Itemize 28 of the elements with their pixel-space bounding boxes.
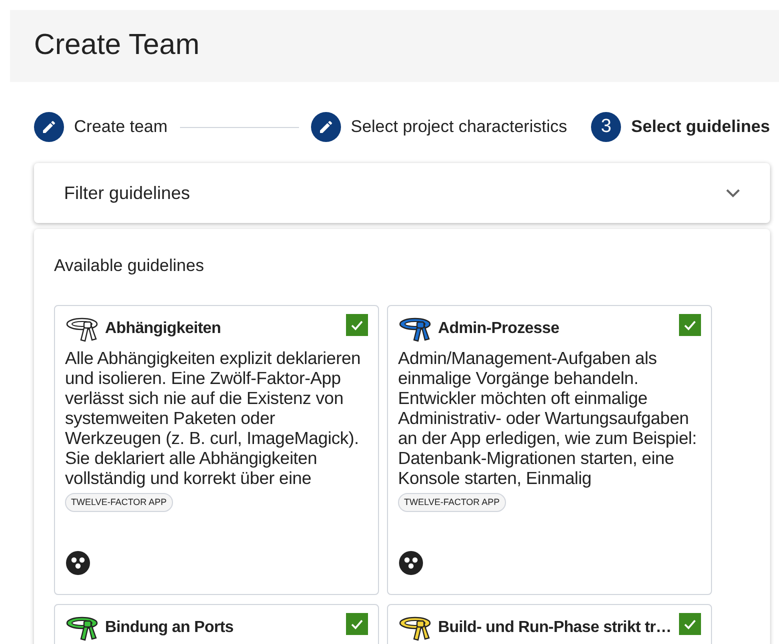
tag-chip: TWELVE-FACTOR APP xyxy=(398,492,506,512)
card-description: Admin/Management-Aufgaben als einmalige Vorgänge behandeln. Entwickler möchten oft einmalige Administrativ- oder Wartungsaufgaben an der App erledigen, wie zum Beispiel: Datenbank-Migrationen starten, eine Konsole starten, Einmalig xyxy=(398,348,698,488)
chevron-icon xyxy=(726,188,740,198)
card-title: Abhängigkeiten xyxy=(105,318,221,338)
checkbox[interactable] xyxy=(679,314,701,336)
page-title: Create Team xyxy=(34,28,200,64)
group-icon xyxy=(398,550,424,576)
guideline-card[interactable] xyxy=(54,304,379,594)
edit-icon xyxy=(34,112,64,142)
card-title: Admin-Prozesse xyxy=(438,318,560,338)
step-label[interactable]: Create team xyxy=(74,114,168,140)
card-description: Alle Abhängigkeiten explizit deklarieren und isolieren. Eine Zwölf-Faktor-App verlässt sich nie auf die Existenz von systemweiten Paketen oder Werkzeugen (z. B. curl, ImageMagick). Sie deklariert alle Abhängigkeiten vollständig und korrekt über eine xyxy=(65,348,362,488)
step-label[interactable]: Select guidelines xyxy=(631,114,770,140)
step-label[interactable]: Select project characteristics xyxy=(350,114,568,140)
group-icon xyxy=(65,550,91,576)
section-title: Available guidelines xyxy=(54,255,205,277)
card-title: Build- und Run-Phase strikt tr… xyxy=(438,618,672,638)
checkbox[interactable] xyxy=(679,612,701,634)
step-number: 3 xyxy=(591,112,622,142)
card-title: Bindung an Ports xyxy=(105,618,234,638)
checkbox[interactable] xyxy=(346,612,368,634)
guideline-card[interactable] xyxy=(387,304,712,594)
checkbox[interactable] xyxy=(346,314,368,336)
edit-icon xyxy=(310,112,341,142)
filter-panel[interactable]: Filter guidelines xyxy=(34,163,770,223)
guideline-card[interactable]: Bindung an Ports xyxy=(54,604,379,644)
guideline-card[interactable]: Build- und Run-Phase strikt tr… xyxy=(387,604,712,644)
tag-chip: TWELVE-FACTOR APP xyxy=(65,492,173,512)
